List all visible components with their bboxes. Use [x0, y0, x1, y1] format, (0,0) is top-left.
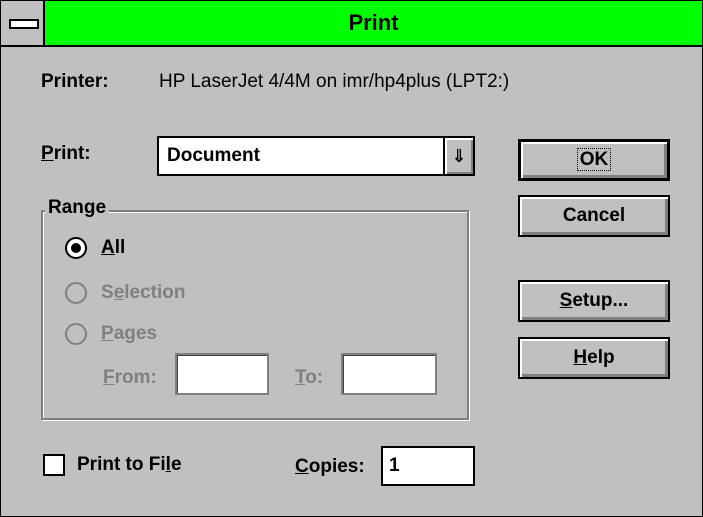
system-menu-icon	[9, 19, 39, 29]
radio-pages[interactable]	[65, 323, 87, 345]
dropdown-arrow-icon[interactable]: ⇓	[443, 138, 473, 174]
radio-pages-label[interactable]: Pages	[101, 323, 157, 345]
from-label-rest: rom:	[114, 367, 157, 388]
window-title: Print	[348, 10, 399, 35]
copies-mnemonic: C	[295, 456, 309, 477]
print-what-label: Print:	[41, 143, 91, 165]
to-label-rest: o:	[305, 367, 324, 388]
radio-selected-dot	[71, 243, 81, 253]
copies-input[interactable]: 1	[381, 446, 475, 486]
setup-mnemonic: S	[559, 290, 573, 311]
copies-label-rest: opies:	[308, 456, 365, 477]
print-to-file-rest: e	[170, 454, 182, 475]
radio-selection-rest: lection	[124, 282, 186, 303]
print-to-file-label[interactable]: Print to File	[77, 454, 182, 476]
from-mnemonic: F	[103, 367, 115, 388]
radio-selection-mnemonic: e	[113, 282, 125, 303]
to-mnemonic: T	[295, 367, 306, 388]
print-what-label-rest: rint:	[53, 143, 91, 164]
print-dialog: Print Printer: HP LaserJet 4/4M on imr/h…	[0, 0, 703, 517]
setup-button[interactable]: Setup...	[518, 280, 670, 322]
print-what-mnemonic: P	[41, 143, 54, 164]
range-group-title: Range	[45, 197, 110, 219]
help-mnemonic: H	[573, 347, 588, 368]
print-to-file-checkbox[interactable]	[43, 454, 65, 476]
radio-selection-label[interactable]: Selection	[101, 282, 186, 304]
radio-all-mnemonic: A	[101, 237, 115, 258]
print-what-combobox[interactable]: Document ⇓	[157, 136, 475, 176]
from-label: From:	[103, 367, 157, 389]
to-label: To:	[295, 367, 323, 389]
help-button[interactable]: Help	[518, 337, 670, 379]
help-label-rest: elp	[587, 347, 615, 368]
radio-all-label[interactable]: All	[101, 237, 125, 259]
radio-pages-rest: ages	[113, 323, 157, 344]
system-menu-button[interactable]	[1, 1, 45, 45]
copies-value: 1	[389, 455, 400, 476]
radio-selection-pre: S	[101, 282, 114, 303]
ok-button-label: OK	[576, 148, 612, 171]
cancel-button[interactable]: Cancel	[518, 195, 670, 237]
copies-label: Copies:	[295, 456, 365, 478]
radio-all-label-rest: ll	[114, 237, 126, 258]
radio-pages-mnemonic: P	[101, 323, 114, 344]
print-to-file-pre: Print to Fi	[77, 454, 166, 475]
title-bar[interactable]: Print	[1, 1, 702, 47]
to-page-input[interactable]	[341, 353, 437, 395]
radio-all[interactable]	[65, 237, 87, 259]
ok-button[interactable]: OK	[518, 139, 670, 181]
printer-name: HP LaserJet 4/4M on imr/hp4plus (LPT2:)	[159, 71, 510, 92]
printer-label: Printer:	[41, 71, 109, 92]
print-what-value: Document	[167, 145, 260, 166]
from-page-input[interactable]	[175, 353, 269, 395]
setup-label-rest: etup...	[572, 290, 629, 311]
radio-selection[interactable]	[65, 282, 87, 304]
